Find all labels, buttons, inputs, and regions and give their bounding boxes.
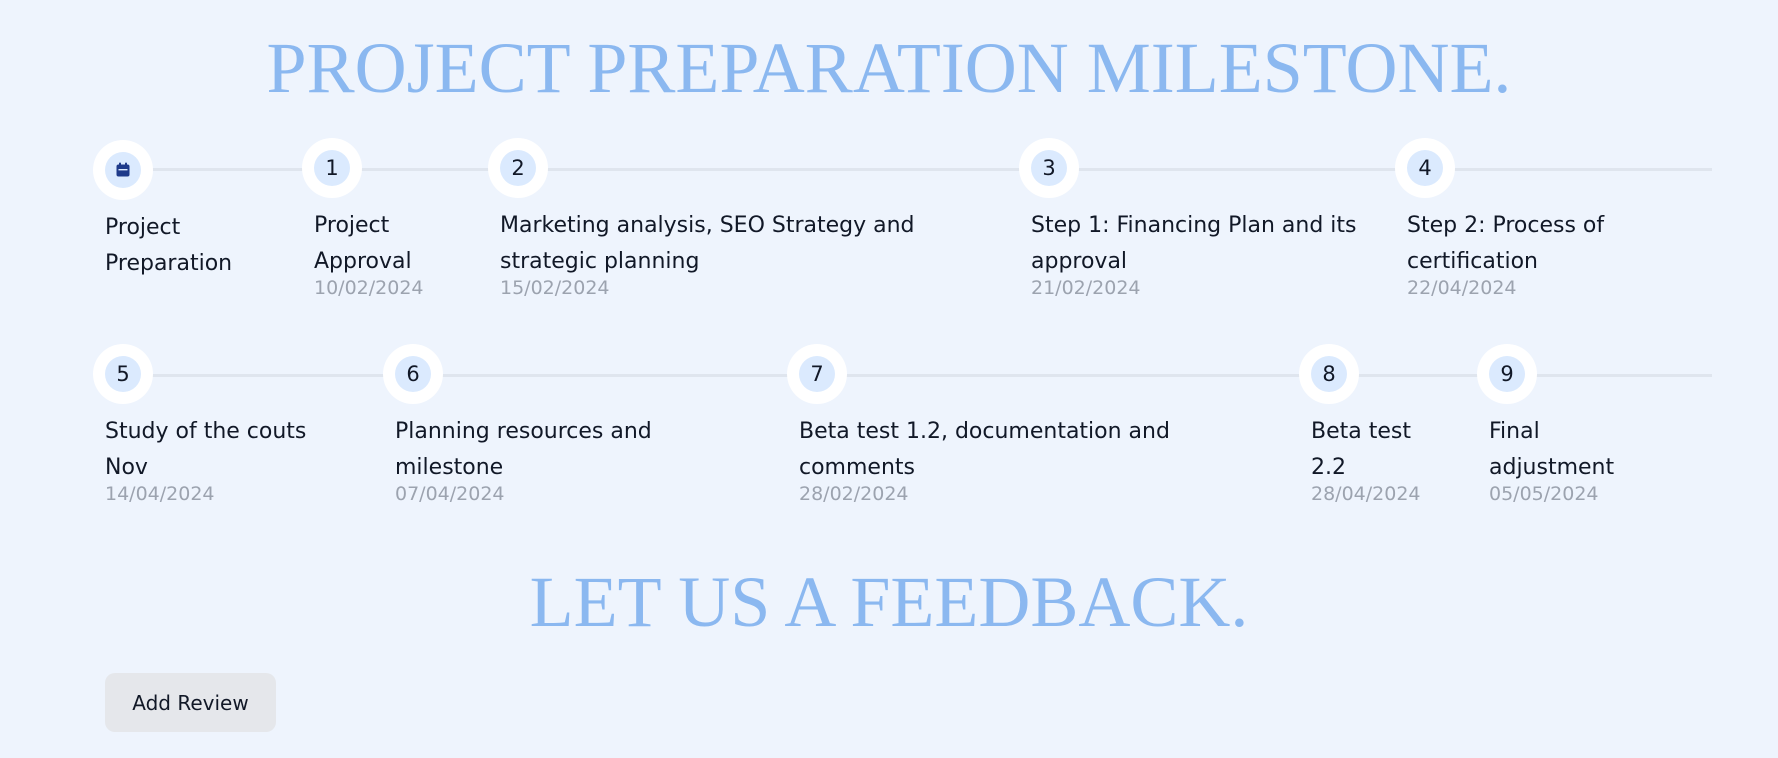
step-marker: 6 <box>383 344 443 404</box>
step-title: Study of the couts Nov <box>105 419 307 480</box>
step-title: Beta test 2.2 <box>1311 419 1411 480</box>
step-date: 28/02/2024 <box>799 483 909 505</box>
step-number: 8 <box>1311 356 1347 392</box>
step-title: Project Preparation <box>105 215 233 276</box>
step-date: 07/04/2024 <box>395 483 505 505</box>
step-date: 28/04/2024 <box>1311 483 1421 505</box>
add-review-button[interactable]: Add Review <box>105 673 276 732</box>
step-marker: 3 <box>1019 138 1079 198</box>
step-number: 4 <box>1407 150 1443 186</box>
step-number: 5 <box>105 356 141 392</box>
step-date: 15/02/2024 <box>500 277 610 299</box>
timeline-row-1: Project Preparation 1 Project Approval 1… <box>0 138 1778 318</box>
step-date: 05/05/2024 <box>1489 483 1599 505</box>
step-date: 10/02/2024 <box>314 277 424 299</box>
step-number: 2 <box>500 150 536 186</box>
step-marker: 8 <box>1299 344 1359 404</box>
step-title: Planning resources and milestone <box>395 419 652 480</box>
step-date: 14/04/2024 <box>105 483 215 505</box>
timeline-row-2: 5 Study of the couts Nov 14/04/2024 6 Pl… <box>0 344 1778 524</box>
step-title: Beta test 1.2, documentation and comment… <box>799 419 1170 480</box>
feedback-title: LET US A FEEDBACK. <box>529 562 1249 642</box>
step-number: 9 <box>1489 356 1525 392</box>
step-marker: 7 <box>787 344 847 404</box>
step-title: Step 1: Financing Plan and its approval <box>1031 213 1357 274</box>
step-marker <box>93 140 153 200</box>
step-title: Marketing analysis, SEO Strategy and str… <box>500 213 915 274</box>
calendar-icon <box>105 152 141 188</box>
step-date: 22/04/2024 <box>1407 277 1517 299</box>
page-title: PROJECT PREPARATION MILESTONE. <box>266 28 1512 108</box>
step-title: Step 2: Process of certification <box>1407 213 1605 274</box>
step-title: Project Approval <box>314 213 412 274</box>
step-number: 1 <box>314 150 350 186</box>
step-number: 6 <box>395 356 431 392</box>
step-marker: 5 <box>93 344 153 404</box>
step-marker: 4 <box>1395 138 1455 198</box>
step-marker: 1 <box>302 138 362 198</box>
step-marker: 2 <box>488 138 548 198</box>
step-title: Final adjustment <box>1489 419 1615 480</box>
step-date: 21/02/2024 <box>1031 277 1141 299</box>
step-number: 7 <box>799 356 835 392</box>
step-number: 3 <box>1031 150 1067 186</box>
timeline-track <box>120 374 1712 377</box>
step-marker: 9 <box>1477 344 1537 404</box>
